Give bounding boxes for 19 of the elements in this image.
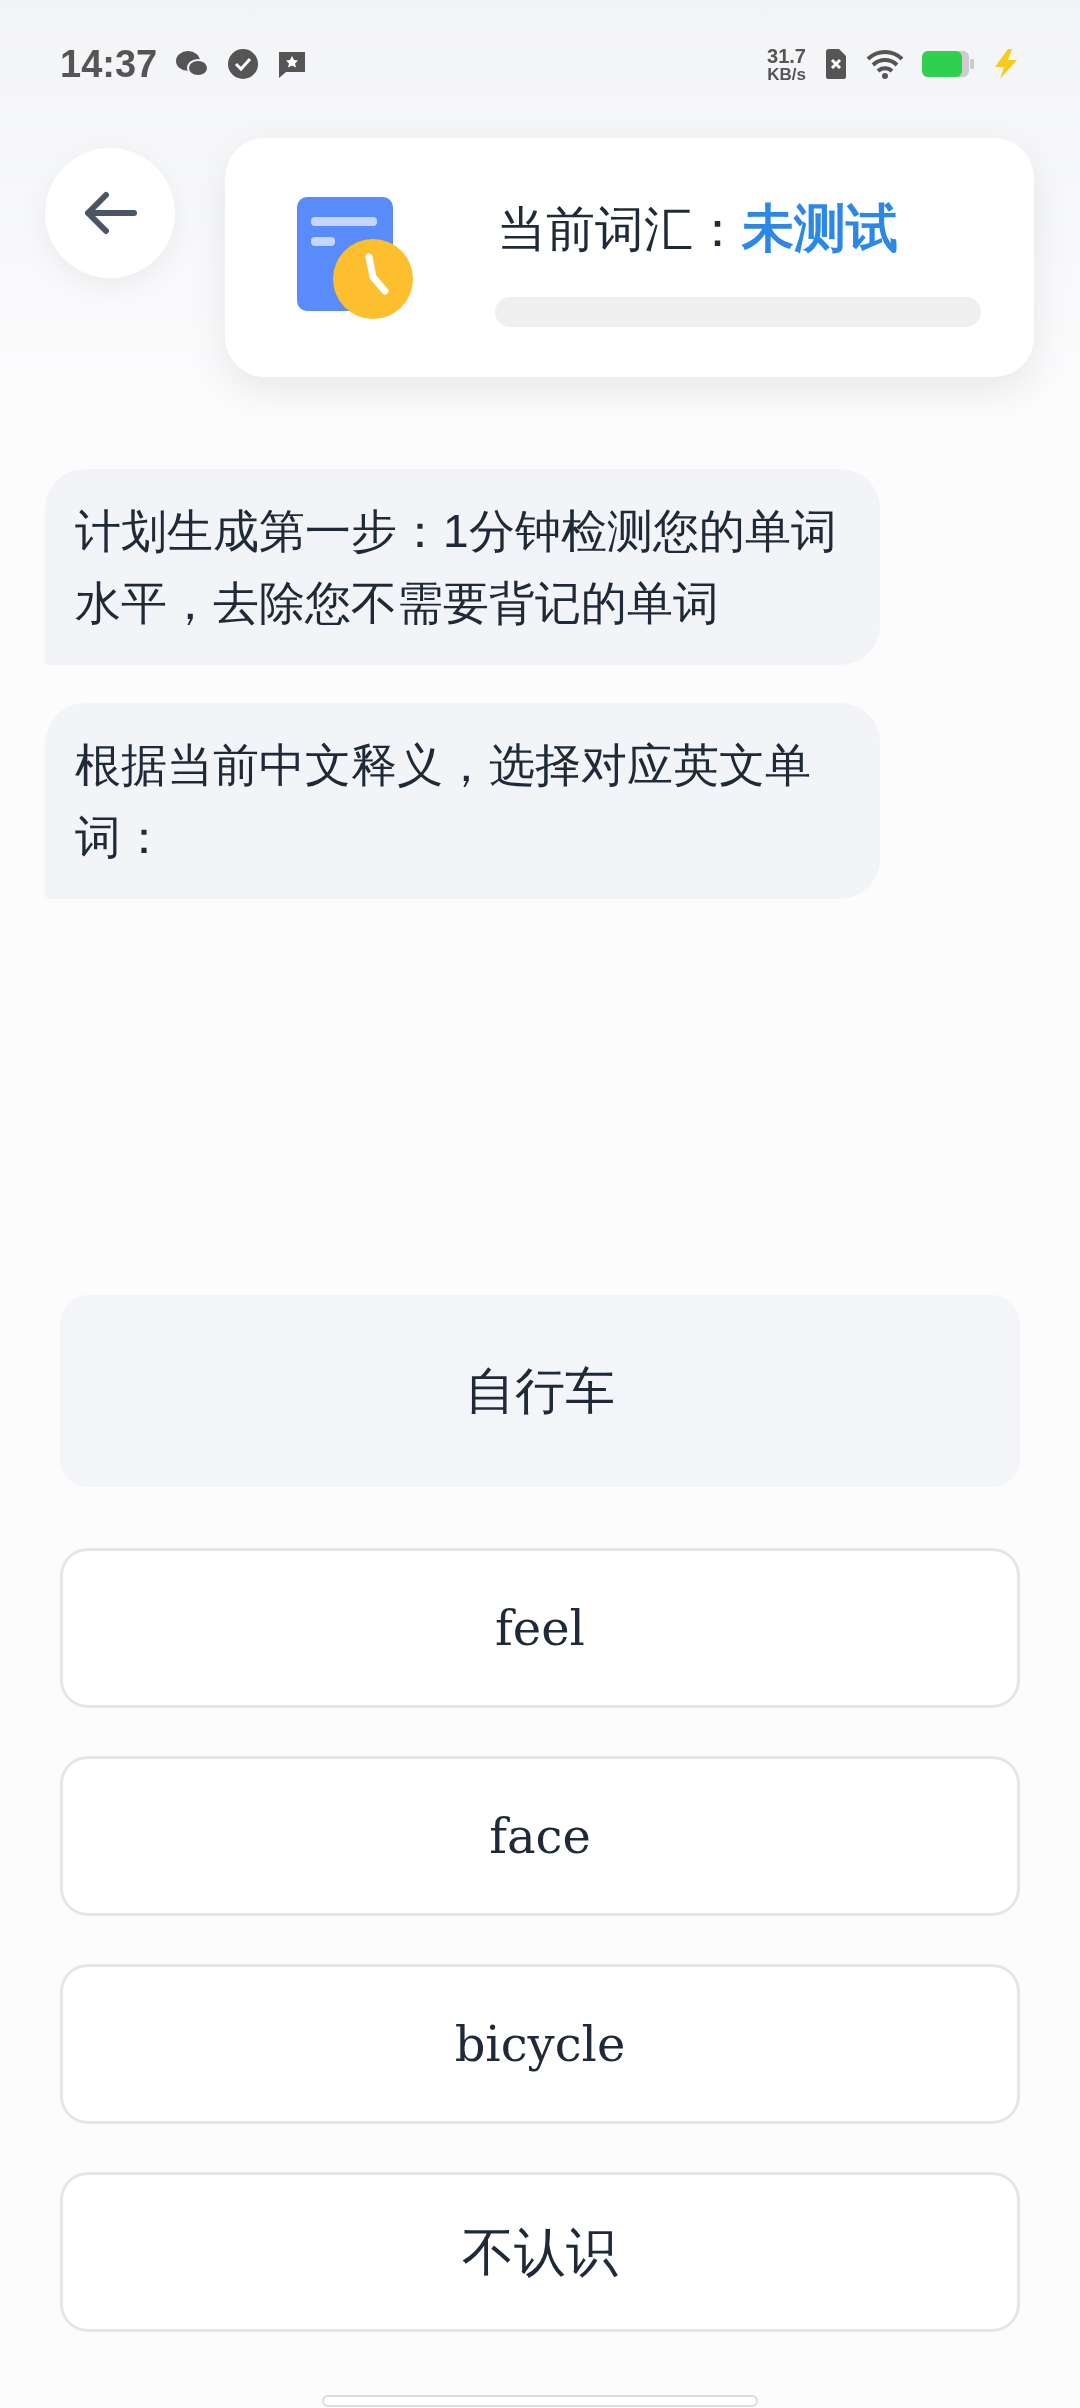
star-message-icon (277, 49, 308, 79)
back-arrow-icon (82, 191, 138, 235)
sim-off-icon (824, 48, 848, 80)
wifi-icon (866, 49, 904, 79)
vocabulary-status: 未测试 (742, 197, 898, 259)
answer-option-button[interactable]: bicycle (60, 1964, 1020, 2124)
vocabulary-label: 当前词汇： (497, 200, 742, 258)
chat-bubble: 根据当前中文释义，选择对应英文单词： (45, 703, 880, 899)
word-prompt-card: 自行车 (60, 1295, 1020, 1487)
answer-option-button[interactable]: 不认识 (60, 2172, 1020, 2332)
charging-icon (992, 48, 1020, 80)
answer-option-button[interactable]: face (60, 1756, 1020, 1916)
chat-bubble: 计划生成第一步：1分钟检测您的单词水平，去除您不需要背记的单词 (45, 469, 880, 665)
network-speed-unit: KB/s (767, 65, 806, 83)
answer-option-button[interactable]: feel (60, 1548, 1020, 1708)
network-speed: 31.7 (767, 45, 806, 66)
check-icon (227, 48, 260, 80)
battery-icon (922, 50, 974, 78)
status-time: 14:37 (60, 41, 158, 87)
